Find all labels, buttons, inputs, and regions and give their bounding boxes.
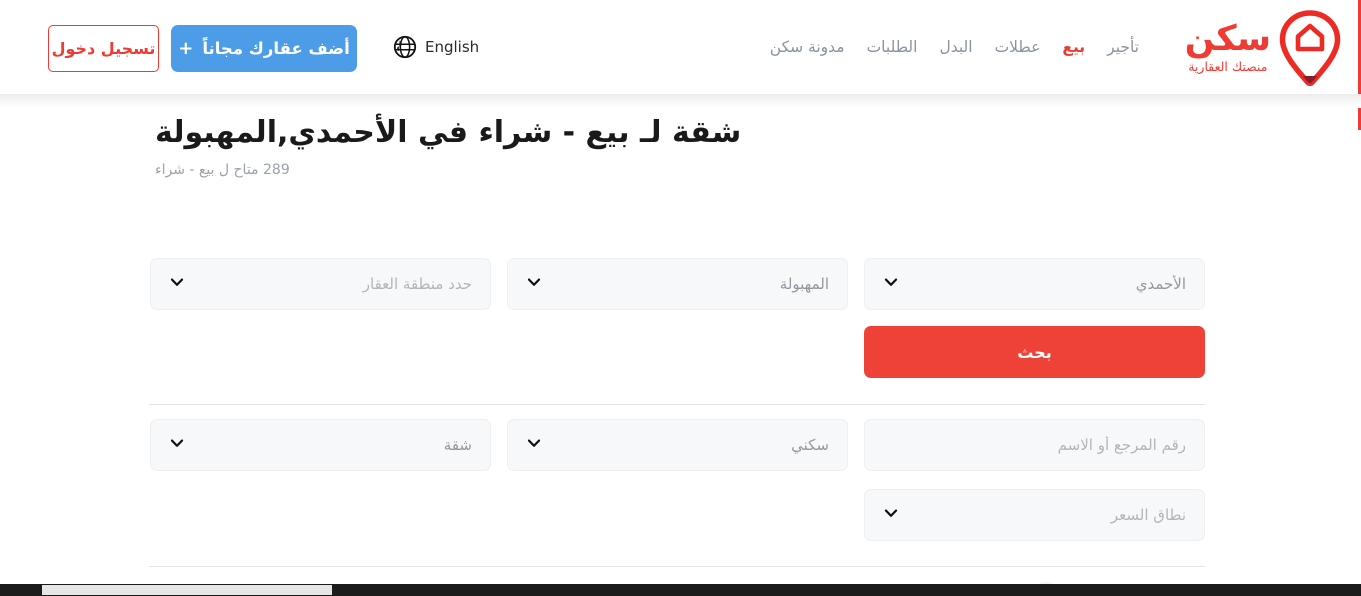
nav-item-holidays[interactable]: عطلات [995,38,1041,56]
globe-icon [393,35,417,59]
logo-text: سكن منصتك العقارية [1185,22,1271,74]
search-row-type: رقم المرجع أو الاسم سكني شقة [149,419,1205,471]
site-logo[interactable]: سكن منصتك العقارية [1185,8,1343,86]
plus-icon: + [178,38,194,59]
city-value: المهبولة [779,275,829,293]
reference-input[interactable]: رقم المرجع أو الاسم [864,419,1205,471]
language-switcher[interactable]: English [393,0,479,94]
language-label: English [425,38,480,56]
divider-2 [149,566,1205,567]
login-button[interactable]: تسجيل دخول [48,25,159,72]
purpose-value: سكني [791,436,829,454]
nav-item-rent[interactable]: تأجير [1107,38,1139,56]
area-value: حدد منطقة العقار [362,275,472,293]
search-row-price: نطاق السعر [149,489,1205,541]
chevron-down-icon [169,435,191,455]
logo-word: سكن [1184,19,1271,60]
nav-item-sell[interactable]: بيع [1062,38,1085,56]
price-range-select[interactable]: نطاق السعر [864,489,1205,541]
property-type-value: شقة [443,436,472,454]
horizontal-scrollbar-thumb[interactable] [42,585,332,595]
governorate-value: الأحمدي [1135,275,1186,293]
area-select[interactable]: حدد منطقة العقار [150,258,491,310]
logo-subtitle: منصتك العقارية [1188,59,1268,75]
purpose-select[interactable]: سكني [507,419,848,471]
chevron-down-icon [526,435,548,455]
search-row-location: الأحمدي المهبولة حدد منطقة العقار [149,258,1205,310]
add-property-label: أضف عقارك مجاناً [202,39,350,58]
nav-item-requests[interactable]: الطلبات [867,38,918,56]
nav-item-exchange[interactable]: البدل [939,38,972,56]
main-nav: تأجير بيع عطلات البدل الطلبات مدونة سكن [770,0,1139,94]
site-header: سكن منصتك العقارية تأجير بيع عطلات البدل… [0,0,1361,130]
reference-placeholder: رقم المرجع أو الاسم [1057,436,1186,454]
governorate-select[interactable]: الأحمدي [864,258,1205,310]
search-panel: الأحمدي المهبولة حدد منطقة العقار بحث رق… [149,258,1205,596]
horizontal-scrollbar[interactable] [0,584,1361,596]
page-title: شقة لـ بيع - شراء في الأحمدي,المهبولة [155,115,742,150]
add-property-button[interactable]: أضف عقارك مجاناً + [171,25,357,72]
nav-item-blog[interactable]: مدونة سكن [770,38,845,56]
chevron-down-icon [883,505,905,525]
map-pin-house-icon [1277,8,1343,86]
page-title-block: شقة لـ بيع - شراء في الأحمدي,المهبولة 28… [0,114,1361,178]
chevron-down-icon [526,274,548,294]
chevron-down-icon [169,274,191,294]
search-button-row: بحث [149,326,1205,378]
property-type-select[interactable]: شقة [150,419,491,471]
divider-1 [149,404,1205,405]
search-button[interactable]: بحث [864,326,1205,378]
price-range-value: نطاق السعر [1110,506,1186,524]
page-subtitle: 289 متاح ل بيع - شراء [155,161,290,178]
city-select[interactable]: المهبولة [507,258,848,310]
chevron-down-icon [883,274,905,294]
